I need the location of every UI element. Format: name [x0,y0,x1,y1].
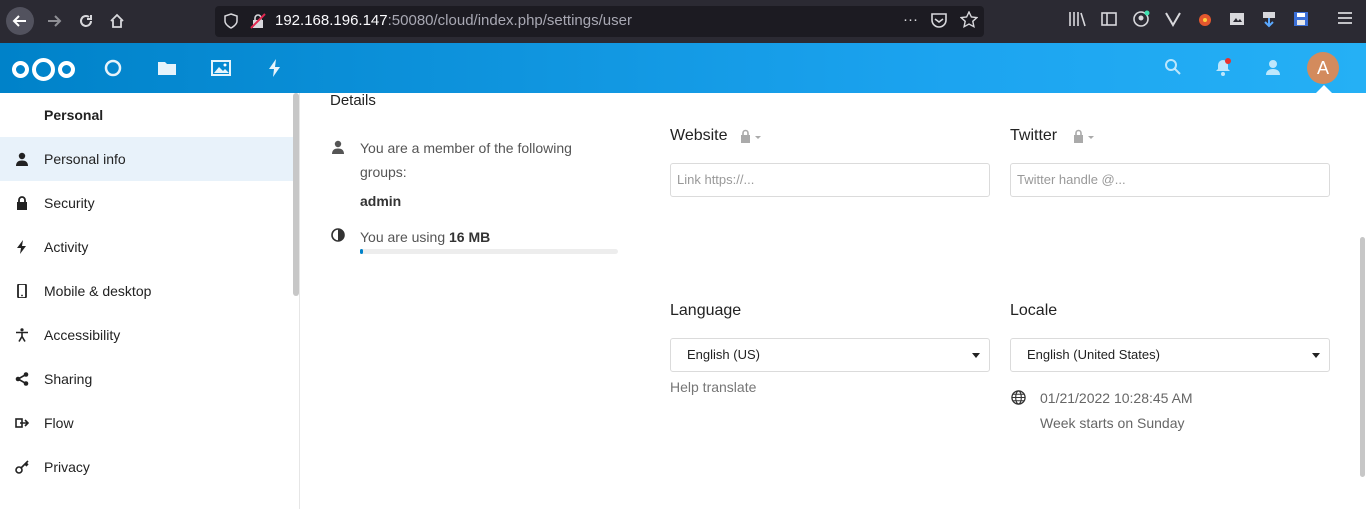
account-icon[interactable] [1132,10,1150,28]
arrow-right-icon [48,15,62,27]
avatar-menu-caret [1316,85,1332,93]
save-icon[interactable] [1292,10,1310,28]
screenshot-icon[interactable] [1228,10,1246,28]
fox-extension-icon[interactable] [1196,10,1214,28]
url-path: :50080/cloud/index.php/settings/user [387,12,632,29]
reload-icon [80,15,92,27]
twitter-privacy-lock-icon[interactable] [1073,129,1095,143]
search-icon[interactable] [1164,58,1182,76]
vpn-icon[interactable] [1164,10,1182,28]
sidebar-item-label: Privacy [44,459,90,475]
sidebar-item-label: Security [44,195,95,211]
usage-prefix: You are using [360,229,446,245]
twitter-label: Twitter [1010,127,1058,144]
pocket-icon[interactable] [930,11,948,29]
library-icon[interactable] [1068,10,1086,28]
groups-text: You are a member of the following groups… [360,140,572,180]
logo-circle-right [58,61,75,78]
app-header [0,43,1366,93]
sidebar-item-security[interactable]: Security [0,181,293,225]
help-translate-link[interactable]: Help translate [670,379,756,395]
files-icon[interactable] [157,58,177,78]
sidebar-item-flow[interactable]: Flow [0,401,293,445]
activity-icon[interactable] [265,58,285,78]
sidebar-scrollbar[interactable] [293,93,299,296]
website-privacy-lock-icon[interactable] [740,129,762,143]
language-selected: English (US) [687,347,760,362]
flow-icon [15,418,29,428]
quota-pie-icon [331,228,345,242]
home-icon [110,13,124,28]
logo-circle-center [32,58,55,81]
locale-selected: English (United States) [1027,347,1160,362]
logo-circle-left [12,61,29,78]
locale-label: Locale [1010,302,1058,319]
nextcloud-logo[interactable] [12,58,75,81]
back-button[interactable] [6,7,34,35]
reload-button[interactable] [72,7,100,35]
usage-value: 16 MB [449,229,491,245]
twitter-input[interactable]: Twitter handle @... [1010,163,1330,197]
sidebar-item-label: Activity [44,239,89,255]
url-actions: ··· [903,11,978,29]
user-avatar[interactable]: A [1307,52,1339,84]
arrow-left-icon [12,15,26,27]
locale-datetime: 01/21/2022 10:28:45 AM [1040,390,1193,406]
usage-text: You are using 16 MB [360,225,490,249]
hamburger-menu-icon[interactable] [1336,9,1354,27]
language-label: Language [670,302,742,319]
user-icon [16,152,28,166]
key-icon [15,460,29,474]
browser-toolbar: 192.168.196.147:50080/cloud/index.php/se… [0,0,1366,43]
language-select[interactable]: English (US) [670,338,990,372]
website-label: Website [670,127,728,144]
settings-sidebar: Personal Personal info Security Activity… [0,93,300,509]
quota-progress-bar [360,249,618,254]
dashboard-icon[interactable] [103,58,123,78]
sidebar-item-sharing[interactable]: Sharing [0,357,293,401]
page-actions-button[interactable]: ··· [903,11,918,29]
chevron-down-icon [1312,353,1320,358]
sidebar-item-privacy[interactable]: Privacy [0,445,293,489]
quota-progress-fill [360,249,363,254]
sidebar-item-personal-info[interactable]: Personal info [0,137,293,181]
extension-icons [1068,10,1310,28]
star-icon[interactable] [960,11,978,29]
locale-select[interactable]: English (United States) [1010,338,1330,372]
sidebar-item-activity[interactable]: Activity [0,225,293,269]
home-button[interactable] [103,7,131,35]
sidebar-icon[interactable] [1100,10,1118,28]
chevron-down-icon [972,353,980,358]
details-heading: Details [330,92,376,109]
sidebar-item-mobile-desktop[interactable]: Mobile & desktop [0,269,293,313]
sidebar-item-label: Sharing [44,371,93,387]
content-scrollbar[interactable] [1360,237,1365,477]
sidebar-section-title: Personal [44,107,104,123]
week-start-text: Week starts on Sunday [1040,415,1185,431]
bolt-icon [17,240,26,254]
accessibility-icon [16,328,28,342]
url-bar[interactable]: 192.168.196.147:50080/cloud/index.php/se… [215,6,984,37]
website-input[interactable]: Link https://... [670,163,990,197]
insecure-lock-icon[interactable] [250,13,266,29]
phone-icon [17,284,27,298]
url-text: 192.168.196.147:50080/cloud/index.php/se… [275,12,632,29]
sidebar-item-accessibility[interactable]: Accessibility [0,313,293,357]
share-icon [15,372,29,386]
globe-icon [1011,390,1026,405]
sidebar-item-label: Flow [44,415,74,431]
sidebar-item-label: Personal info [44,151,126,167]
lock-icon [17,196,27,210]
url-host: 192.168.196.147 [275,12,388,29]
notifications-icon[interactable] [1214,58,1232,76]
forward-button[interactable] [40,7,68,35]
photos-icon[interactable] [211,58,231,78]
group-name: admin [360,193,402,209]
sidebar-item-label: Mobile & desktop [44,283,152,299]
contacts-icon[interactable] [1264,58,1282,76]
user-icon [332,140,344,154]
shield-icon[interactable] [223,13,239,29]
download-icon[interactable] [1260,10,1278,28]
sidebar-item-label: Accessibility [44,327,121,343]
